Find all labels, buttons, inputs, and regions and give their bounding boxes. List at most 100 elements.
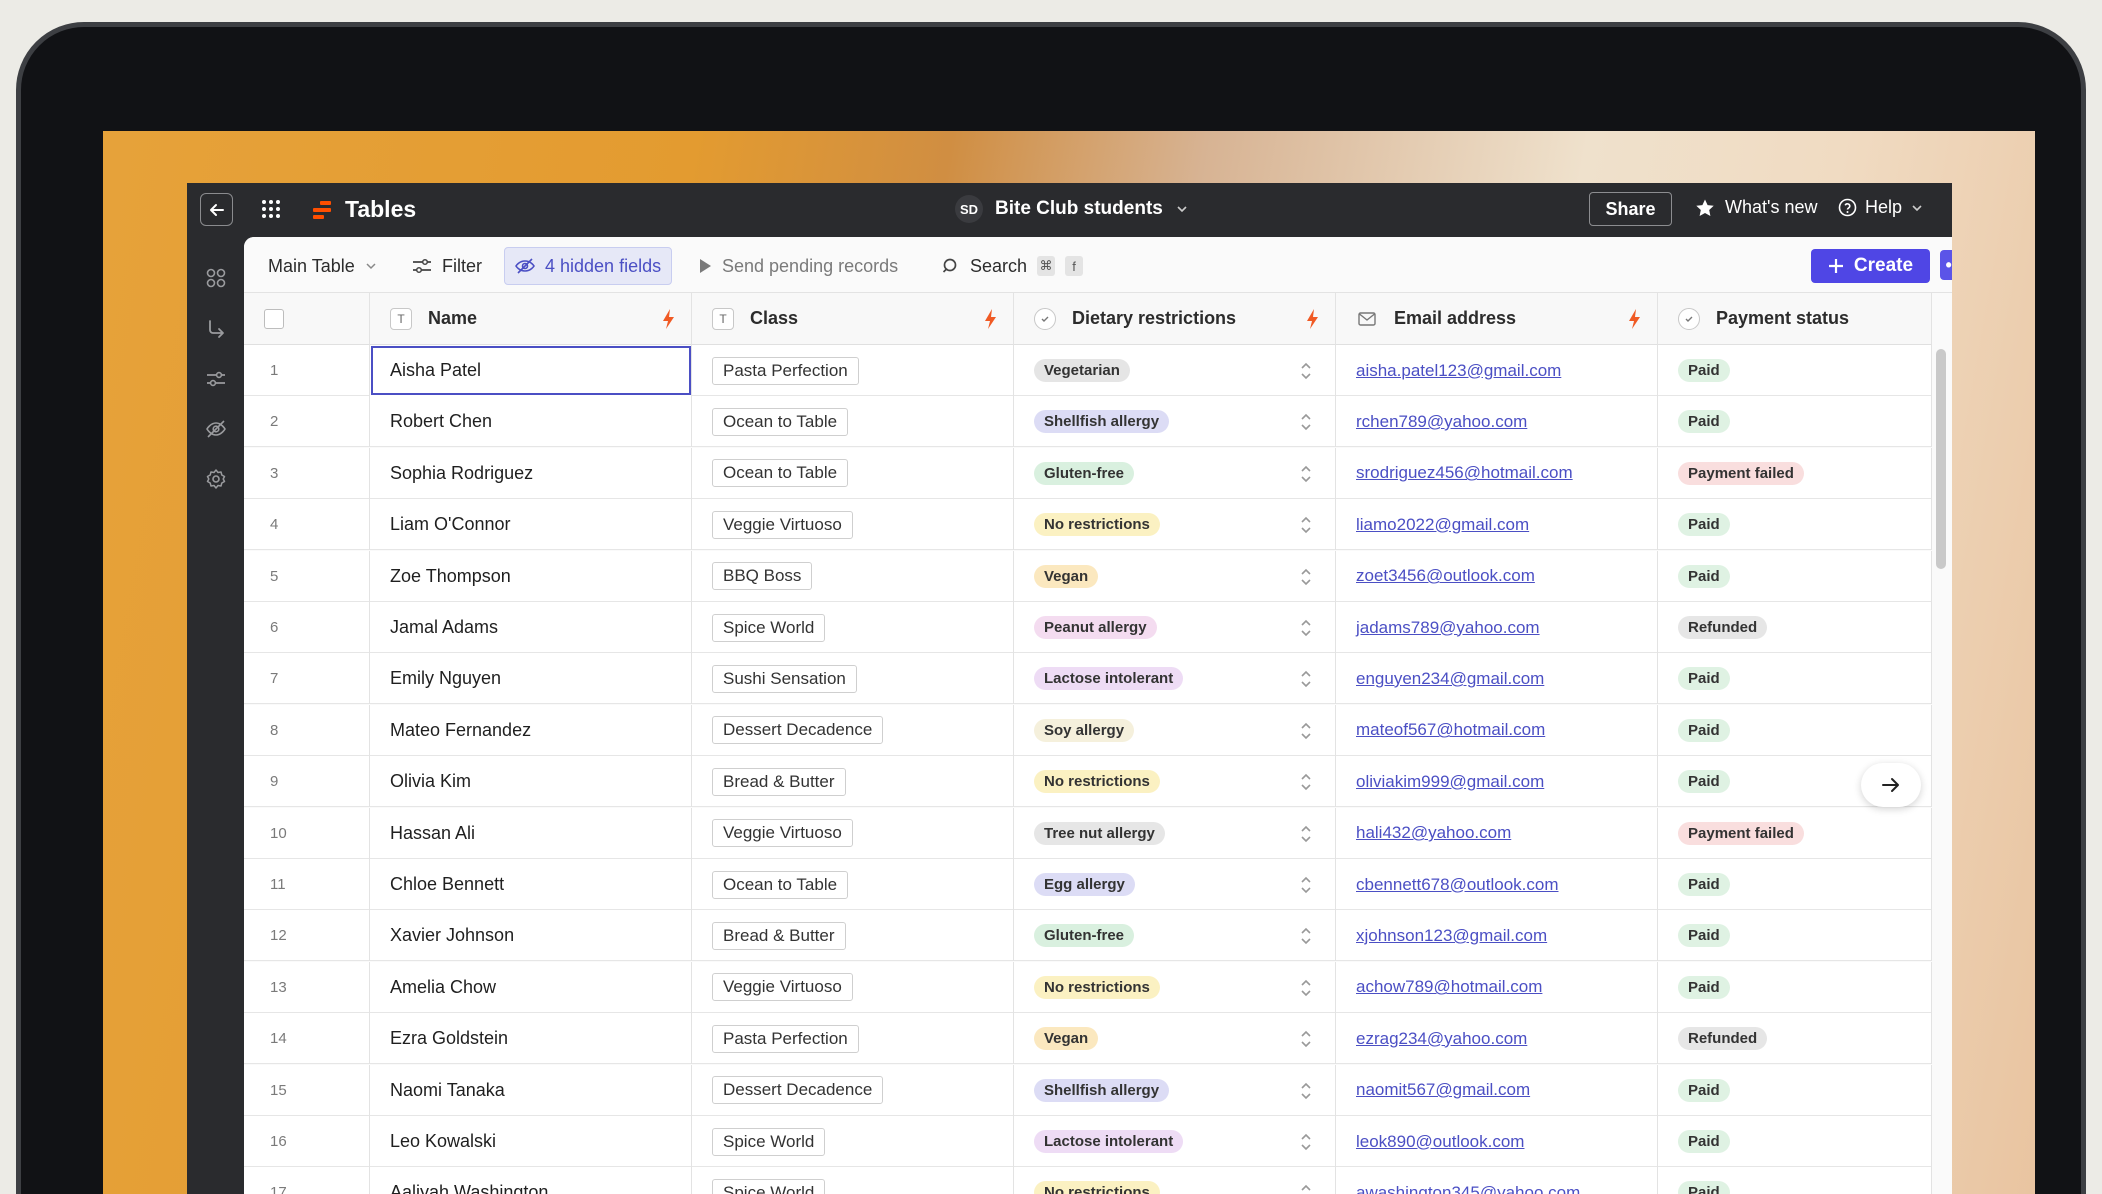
table-row[interactable]: 2 Robert Chen Ocean to Table Shellfish alle… [244, 396, 1932, 448]
email-cell[interactable]: mateof567@hotmail.com [1336, 704, 1658, 756]
email-cell[interactable]: srodriguez456@hotmail.com [1336, 447, 1658, 499]
class-cell[interactable]: BBQ Boss [692, 550, 1014, 602]
scroll-right-button[interactable] [1861, 763, 1921, 807]
class-cell[interactable]: Bread & Butter [692, 756, 1014, 808]
payment-cell[interactable]: Paid [1658, 1064, 1932, 1116]
table-row[interactable]: 10 Hassan Ali Veggie Virtuoso Tree nut alle… [244, 807, 1932, 859]
email-cell[interactable]: ezrag234@yahoo.com [1336, 1013, 1658, 1065]
chevron-up-down-icon[interactable] [1299, 1182, 1313, 1194]
payment-cell[interactable]: Paid [1658, 396, 1932, 448]
name-cell[interactable]: Robert Chen [370, 396, 692, 448]
dietary-cell[interactable]: Shellfish allergy [1014, 1064, 1336, 1116]
sidebar-settings-icon[interactable] [205, 468, 227, 490]
sidebar-filters-icon[interactable] [205, 368, 227, 390]
email-cell[interactable]: achow789@hotmail.com [1336, 961, 1658, 1013]
email-link[interactable]: awashington345@yahoo.com [1356, 1183, 1580, 1194]
whats-new-button[interactable]: What's new [1695, 197, 1817, 218]
chevron-up-down-icon[interactable] [1299, 1028, 1313, 1050]
column-header-email[interactable]: Email address [1336, 293, 1658, 345]
chevron-up-down-icon[interactable] [1299, 1131, 1313, 1153]
sidebar-hidden-icon[interactable] [205, 418, 227, 440]
table-row[interactable]: 13 Amelia Chow Veggie Virtuoso No restricti… [244, 961, 1932, 1013]
table-row[interactable]: 3 Sophia Rodriguez Ocean to Table Gluten-fr… [244, 447, 1932, 499]
dietary-cell[interactable]: Lactose intolerant [1014, 653, 1336, 705]
payment-cell[interactable]: Paid [1658, 345, 1932, 396]
name-cell[interactable]: Mateo Fernandez [370, 704, 692, 756]
dietary-cell[interactable]: No restrictions [1014, 756, 1336, 808]
name-cell[interactable]: Olivia Kim [370, 756, 692, 808]
apps-grid-icon[interactable] [261, 199, 281, 219]
class-cell[interactable]: Veggie Virtuoso [692, 961, 1014, 1013]
name-cell[interactable]: Sophia Rodriguez [370, 447, 692, 499]
dietary-cell[interactable]: No restrictions [1014, 1167, 1336, 1194]
payment-cell[interactable]: Refunded [1658, 602, 1932, 653]
payment-cell[interactable]: Paid [1658, 859, 1932, 910]
email-link[interactable]: rchen789@yahoo.com [1356, 412, 1527, 432]
dietary-cell[interactable]: Shellfish allergy [1014, 396, 1336, 448]
class-cell[interactable]: Spice World [692, 1116, 1014, 1167]
name-cell[interactable]: Aisha Patel [370, 345, 692, 396]
name-cell[interactable]: Ezra Goldstein [370, 1013, 692, 1065]
class-cell[interactable]: Veggie Virtuoso [692, 499, 1014, 551]
dietary-cell[interactable]: Gluten-free [1014, 910, 1336, 962]
email-cell[interactable]: cbennett678@outlook.com [1336, 859, 1658, 910]
payment-cell[interactable]: Paid [1658, 499, 1932, 551]
email-link[interactable]: liamo2022@gmail.com [1356, 515, 1529, 535]
payment-cell[interactable]: Paid [1658, 704, 1932, 756]
chevron-up-down-icon[interactable] [1299, 668, 1313, 690]
name-cell[interactable]: Leo Kowalski [370, 1116, 692, 1167]
payment-cell[interactable]: Payment failed [1658, 807, 1932, 859]
search-button[interactable]: Search ⌘ f [942, 247, 1084, 285]
email-link[interactable]: zoet3456@outlook.com [1356, 566, 1535, 586]
chevron-up-down-icon[interactable] [1299, 823, 1313, 845]
more-options-button[interactable]: ••• [1940, 250, 1952, 280]
email-link[interactable]: cbennett678@outlook.com [1356, 875, 1559, 895]
chevron-up-down-icon[interactable] [1299, 771, 1313, 793]
table-row[interactable]: 7 Emily Nguyen Sushi Sensation Lactose into… [244, 653, 1932, 705]
email-cell[interactable]: awashington345@yahoo.com [1336, 1167, 1658, 1194]
class-cell[interactable]: Spice World [692, 602, 1014, 653]
chevron-up-down-icon[interactable] [1299, 360, 1313, 382]
table-row[interactable]: 12 Xavier Johnson Bread & Butter Gluten-fre… [244, 910, 1932, 962]
table-row[interactable]: 8 Mateo Fernandez Dessert Decadence Soy all… [244, 704, 1932, 756]
name-cell[interactable]: Xavier Johnson [370, 910, 692, 962]
class-cell[interactable]: Pasta Perfection [692, 1013, 1014, 1065]
dietary-cell[interactable]: Vegetarian [1014, 345, 1336, 396]
email-link[interactable]: achow789@hotmail.com [1356, 977, 1542, 997]
filter-button[interactable]: Filter [412, 247, 482, 285]
select-all-checkbox[interactable] [264, 308, 284, 329]
email-cell[interactable]: zoet3456@outlook.com [1336, 550, 1658, 602]
name-cell[interactable]: Hassan Ali [370, 807, 692, 859]
class-cell[interactable]: Ocean to Table [692, 859, 1014, 910]
name-cell[interactable]: Naomi Tanaka [370, 1064, 692, 1116]
dietary-cell[interactable]: Tree nut allergy [1014, 807, 1336, 859]
dietary-cell[interactable]: Lactose intolerant [1014, 1116, 1336, 1167]
payment-cell[interactable]: Paid [1658, 910, 1932, 962]
email-cell[interactable]: jadams789@yahoo.com [1336, 602, 1658, 653]
chevron-up-down-icon[interactable] [1299, 874, 1313, 896]
chevron-up-down-icon[interactable] [1299, 514, 1313, 536]
workspace-selector[interactable]: SD Bite Club students [955, 195, 1189, 223]
chevron-up-down-icon[interactable] [1299, 720, 1313, 742]
email-link[interactable]: leok890@outlook.com [1356, 1132, 1524, 1152]
column-header-class[interactable]: T Class [692, 293, 1014, 345]
chevron-up-down-icon[interactable] [1299, 977, 1313, 999]
table-row[interactable]: 17 Aaliyah Washington Spice World No restri… [244, 1167, 1932, 1194]
payment-cell[interactable]: Paid [1658, 653, 1932, 705]
table-row[interactable]: 15 Naomi Tanaka Dessert Decadence Shellfish… [244, 1064, 1932, 1116]
dietary-cell[interactable]: Gluten-free [1014, 447, 1336, 499]
class-cell[interactable]: Sushi Sensation [692, 653, 1014, 705]
sidebar-automation-icon[interactable] [205, 318, 227, 340]
dietary-cell[interactable]: Soy allergy [1014, 704, 1336, 756]
name-cell[interactable]: Jamal Adams [370, 602, 692, 653]
email-link[interactable]: jadams789@yahoo.com [1356, 618, 1540, 638]
class-cell[interactable]: Spice World [692, 1167, 1014, 1194]
hidden-fields-button[interactable]: 4 hidden fields [504, 247, 673, 285]
class-cell[interactable]: Ocean to Table [692, 396, 1014, 448]
email-cell[interactable]: rchen789@yahoo.com [1336, 396, 1658, 448]
name-cell[interactable]: Zoe Thompson [370, 550, 692, 602]
column-header-dietary[interactable]: Dietary restrictions [1014, 293, 1336, 345]
class-cell[interactable]: Dessert Decadence [692, 704, 1014, 756]
class-cell[interactable]: Veggie Virtuoso [692, 807, 1014, 859]
vertical-scrollbar[interactable] [1936, 349, 1946, 569]
